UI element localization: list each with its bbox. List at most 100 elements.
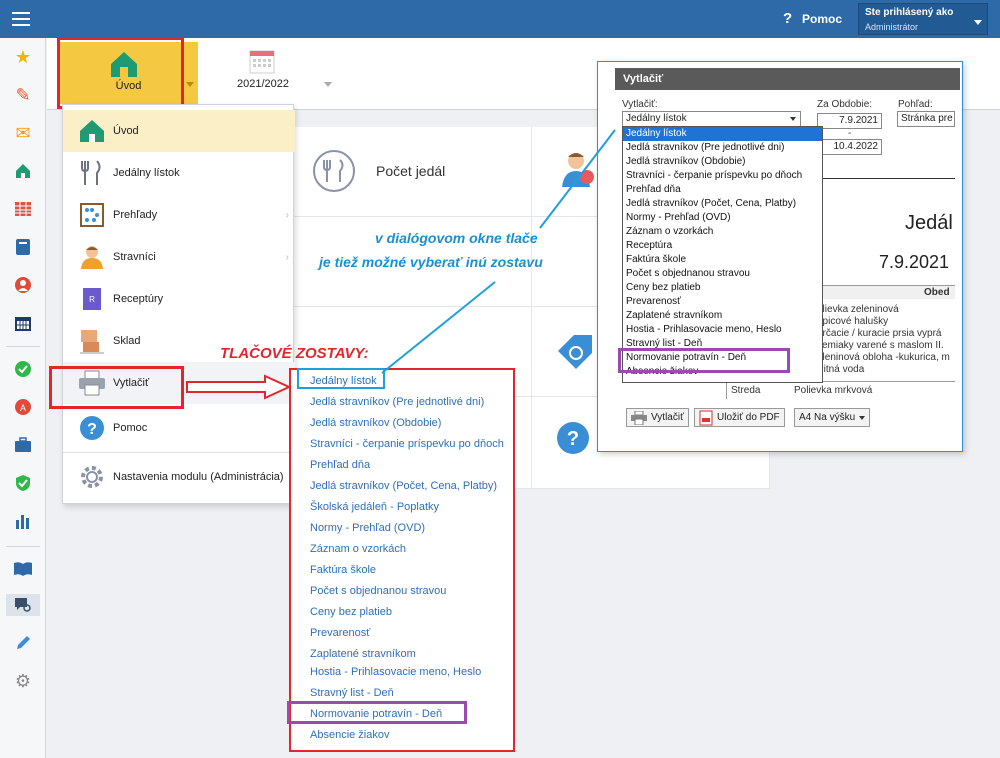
report-item[interactable]: Školská jedáleň - Poplatky	[310, 501, 439, 513]
dialog-page-size-button[interactable]: A4 Na výšku	[794, 408, 871, 427]
report-item[interactable]: Prevarenosť	[310, 627, 370, 639]
option-item[interactable]: Jedlá stravníkov (Pre jednotlivé dni)	[623, 141, 822, 155]
menu-item-label: Pomoc	[113, 422, 148, 434]
preview-column: Obed	[924, 287, 950, 298]
chevron-right-icon: ›	[285, 209, 289, 221]
report-item[interactable]: Hostia - Prihlasovacie meno, Heslo	[310, 666, 481, 678]
book-icon: R	[77, 284, 107, 314]
home-icon[interactable]	[12, 160, 34, 182]
report-item[interactable]: Jedlá stravníkov (Počet, Cena, Platby)	[310, 480, 497, 492]
preview-line: určacie / kuracie prsia vyprá	[817, 328, 942, 339]
report-item[interactable]: Jedlá stravníkov (Pre jednotlivé dni)	[310, 396, 484, 408]
preview-line: zemiaky varené s maslom II.	[817, 340, 944, 351]
calendar-icon[interactable]	[12, 312, 34, 334]
option-item[interactable]: Prehľad dňa	[623, 183, 822, 197]
view-select[interactable]: Stránka pre	[897, 111, 955, 127]
report-item[interactable]: Prehľad dňa	[310, 459, 370, 471]
report-item[interactable]: Počet s objednanou stravou	[310, 585, 446, 597]
chevron-right-icon: ›	[285, 251, 289, 263]
report-item[interactable]: Ceny bez platieb	[310, 606, 392, 618]
sidebar-rail: ★ ✎ ✉ A ⚙	[0, 38, 46, 758]
dialog-print-button[interactable]: Vytlačiť	[626, 408, 689, 427]
date-to-input[interactable]: 10.4.2022	[817, 139, 882, 155]
help-link[interactable]: Pomoc	[802, 12, 842, 26]
briefcase-icon[interactable]	[12, 434, 34, 456]
option-item[interactable]: Receptúra	[623, 239, 822, 253]
option-item[interactable]: Stravníci - čerpanie príspevku po dňoch	[623, 169, 822, 183]
menu-item-label: Sklad	[113, 335, 141, 347]
option-item[interactable]: Záznam o vzorkách	[623, 225, 822, 239]
highlight-normovanie-report	[287, 701, 467, 724]
print-report-select[interactable]: Jedálny lístok	[622, 111, 801, 127]
menu-item-recipes[interactable]: R Receptúry	[63, 278, 295, 320]
user-circle-icon[interactable]	[12, 274, 34, 296]
chevron-down-icon[interactable]	[186, 82, 194, 87]
shield-icon[interactable]	[12, 472, 34, 494]
preview-line: eleninová obloha -kukurica, m	[817, 352, 950, 363]
gear-icon[interactable]: ⚙	[12, 670, 34, 692]
report-item[interactable]: Absencie žiakov	[310, 729, 390, 741]
menu-item-diners[interactable]: Stravníci ›	[63, 236, 295, 278]
dialog-save-pdf-button[interactable]: Uložiť do PDF	[694, 408, 785, 427]
help-icon[interactable]: ?	[783, 10, 792, 27]
star-icon[interactable]: ★	[12, 46, 34, 68]
option-item[interactable]: Hostia - Prihlasovacie meno, Heslo	[623, 323, 822, 337]
option-item[interactable]: Jedlá stravníkov (Obdobie)	[623, 155, 822, 169]
option-item[interactable]: Jedálny lístok	[623, 127, 822, 141]
report-item[interactable]: Stravný list - Deň	[310, 687, 394, 699]
magic-wand-icon[interactable]: ✎	[12, 84, 34, 106]
mail-icon[interactable]: ✉	[12, 122, 34, 144]
report-item[interactable]: Faktúra škole	[310, 564, 376, 576]
menu-item-module-settings[interactable]: Nastavenia modulu (Administrácia)	[63, 456, 295, 498]
report-item[interactable]: Stravníci - čerpanie príspevku po dňoch	[310, 438, 504, 450]
help-icon: ?	[77, 413, 107, 443]
menu-item-label: Stravníci	[113, 251, 156, 263]
menu-divider	[63, 452, 293, 453]
open-book-icon[interactable]	[12, 558, 34, 580]
svg-text:A: A	[20, 403, 26, 413]
highlight-dialog-normovanie	[618, 348, 790, 373]
report-item[interactable]: Záznam o vzorkách	[310, 543, 406, 555]
report-item[interactable]: Jedlá stravníkov (Obdobie)	[310, 417, 441, 429]
highlight-print-menu-item	[49, 366, 184, 409]
person-icon	[77, 242, 107, 272]
check-circle-icon[interactable]	[12, 358, 34, 380]
option-item[interactable]: Zaplatené stravníkom	[623, 309, 822, 323]
tab-school-year[interactable]: 2021/2022	[222, 42, 332, 104]
view-label: Pohľad:	[898, 99, 933, 110]
pdf-icon	[699, 410, 713, 425]
bar-chart-icon[interactable]	[12, 510, 34, 532]
pen-icon[interactable]	[12, 632, 34, 654]
report-item[interactable]: Zaplatené stravníkom	[310, 648, 416, 660]
svg-text:?: ?	[567, 428, 579, 450]
chat-search-icon[interactable]	[6, 594, 40, 616]
option-item[interactable]: Prevarenosť	[623, 295, 822, 309]
menu-item-menu[interactable]: Jedálny lístok	[63, 152, 295, 194]
menu-item-label: Prehľady	[113, 209, 158, 221]
report-item[interactable]: Normy - Prehľad (OVD)	[310, 522, 425, 534]
option-item[interactable]: Normy - Prehľad (OVD)	[623, 211, 822, 225]
option-item[interactable]: Faktúra škole	[623, 253, 822, 267]
menu-item-overviews[interactable]: Prehľady ›	[63, 194, 295, 236]
menu-item-label: Nastavenia modulu (Administrácia)	[113, 471, 284, 483]
date-from-input[interactable]: 7.9.2021	[817, 113, 882, 129]
alert-circle-icon[interactable]: A	[12, 396, 34, 418]
menu-item-home[interactable]: Úvod	[63, 110, 295, 152]
menu-item-label: Úvod	[113, 125, 139, 137]
option-item[interactable]: Počet s objednanou stravou	[623, 267, 822, 281]
chevron-down-icon	[859, 415, 866, 420]
option-item[interactable]: Jedlá stravníkov (Počet, Cena, Platby)	[623, 197, 822, 211]
menu-item-help[interactable]: ? Pomoc	[63, 407, 295, 449]
user-name: Administrátor	[865, 22, 919, 32]
hamburger-menu-icon[interactable]	[12, 12, 30, 26]
chevron-down-icon[interactable]	[324, 82, 332, 87]
preview-title: Jedál	[905, 212, 953, 234]
user-dropdown[interactable]: Ste prihlásený ako Administrátor	[858, 3, 988, 35]
table-icon[interactable]	[12, 198, 34, 220]
option-item[interactable]: Ceny bez platieb	[623, 281, 822, 295]
chevron-down-icon	[974, 20, 982, 25]
printer-icon	[631, 410, 647, 425]
notebook-icon[interactable]	[12, 236, 34, 258]
dialog-page-size-label: A4 Na výšku	[799, 412, 856, 423]
cutlery-icon	[77, 158, 107, 188]
